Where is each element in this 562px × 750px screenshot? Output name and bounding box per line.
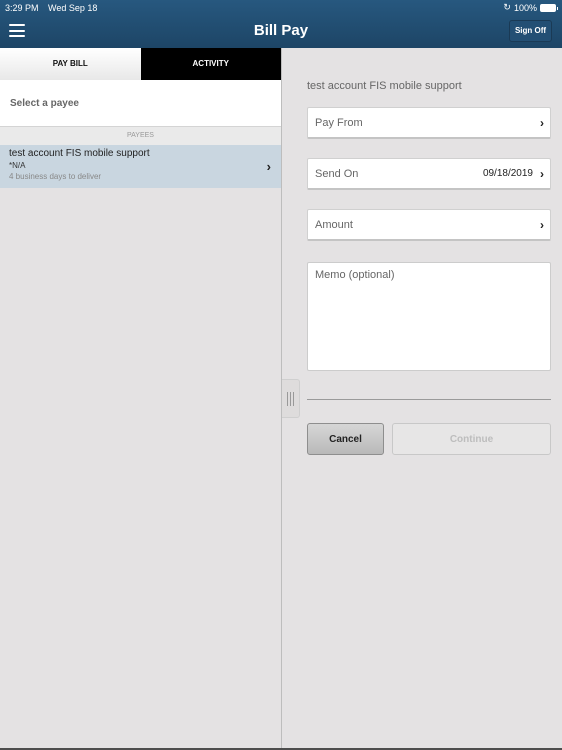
payees-section-header: PAYEES xyxy=(0,127,281,145)
payee-delivery: 4 business days to deliver xyxy=(9,172,102,181)
status-time: 3:29 PM xyxy=(5,3,39,13)
chevron-right-icon: › xyxy=(540,167,544,181)
send-on-field[interactable]: Send On 09/18/2019 › xyxy=(307,158,551,190)
chevron-right-icon: › xyxy=(540,116,544,130)
status-right: ↻ 100% xyxy=(503,2,558,13)
send-on-date: 09/18/2019 xyxy=(482,168,533,179)
tab-bar: PAY BILL ACTIVITY xyxy=(0,48,281,80)
sign-off-button[interactable]: Sign Off xyxy=(509,20,552,42)
payee-list-item[interactable]: test account FIS mobile support *N/A 4 b… xyxy=(0,145,281,188)
page-title: Bill Pay xyxy=(253,22,309,39)
tab-activity[interactable]: ACTIVITY xyxy=(140,48,281,80)
cancel-button[interactable]: Cancel xyxy=(307,423,384,455)
selected-payee-title: test account FIS mobile support xyxy=(307,80,462,92)
chevron-right-icon: › xyxy=(266,159,271,174)
payee-panel: PAY BILL ACTIVITY Select a payee PAYEES … xyxy=(0,48,281,750)
split-view-drag-handle[interactable] xyxy=(282,379,300,418)
tab-pay-bill[interactable]: PAY BILL xyxy=(0,48,141,80)
status-date: Wed Sep 18 xyxy=(48,3,98,13)
payee-account: *N/A xyxy=(9,161,26,170)
divider-line xyxy=(307,399,551,400)
pay-from-label: Pay From xyxy=(315,117,363,129)
app-header: 3:29 PM Wed Sep 18 ↻ 100% Bill Pay Sign … xyxy=(0,0,562,48)
continue-button[interactable]: Continue xyxy=(392,423,551,455)
amount-label: Amount xyxy=(315,219,353,231)
select-payee-label: Select a payee xyxy=(0,80,281,127)
send-on-label: Send On xyxy=(315,168,359,180)
orientation-lock-icon: ↻ xyxy=(503,2,511,12)
chevron-right-icon: › xyxy=(540,218,544,232)
payment-form: test account FIS mobile support Pay From… xyxy=(282,48,562,750)
pay-from-field[interactable]: Pay From › xyxy=(307,107,551,139)
amount-field[interactable]: Amount › xyxy=(307,209,551,241)
payee-name: test account FIS mobile support xyxy=(9,148,150,159)
memo-input[interactable] xyxy=(307,262,551,371)
battery-icon xyxy=(540,3,558,12)
battery-percent: 100% xyxy=(513,2,537,13)
